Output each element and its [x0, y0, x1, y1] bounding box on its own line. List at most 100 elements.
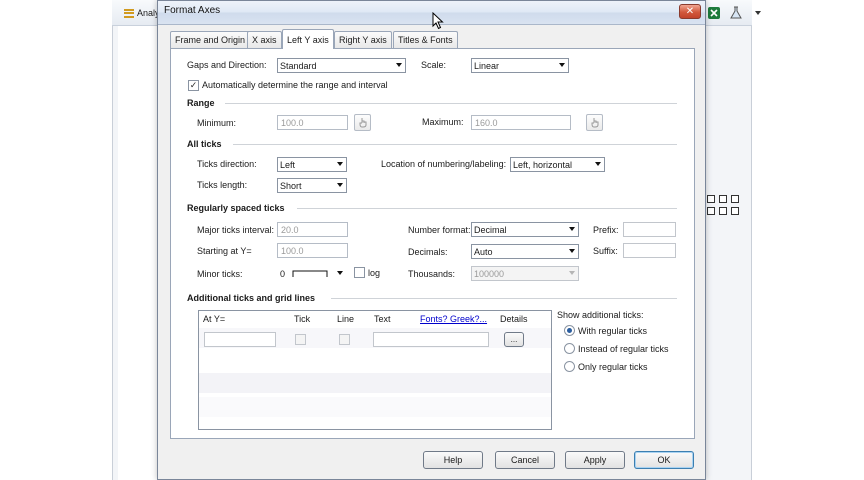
chevron-down-icon — [337, 271, 343, 275]
gaps-direction-label: Gaps and Direction: — [187, 60, 267, 70]
minimum-label: Minimum: — [197, 118, 237, 128]
tab-x-axis[interactable]: X axis — [247, 31, 282, 48]
close-icon: ✕ — [685, 6, 695, 17]
dropdown-arrow-icon[interactable] — [750, 5, 766, 21]
maximum-pick-button[interactable] — [586, 114, 603, 131]
background-checkbox — [707, 207, 715, 215]
dialog-title: Format Axes — [164, 5, 221, 16]
line-checkbox[interactable] — [339, 334, 350, 345]
thousands-select[interactable]: 100000 — [471, 266, 579, 281]
major-interval-label: Major ticks interval: — [197, 225, 275, 235]
ticks-direction-value: Left — [280, 159, 296, 170]
prefix-input[interactable] — [623, 222, 676, 237]
tick-preview-icon — [292, 270, 328, 277]
column-header-line: Line — [337, 314, 355, 324]
menu-lines-icon — [124, 8, 134, 18]
decimals-label: Decimals: — [408, 247, 448, 257]
starting-at-input[interactable]: 100.0 — [277, 243, 348, 258]
minor-ticks-label: Minor ticks: — [197, 269, 243, 279]
location-label: Location of numbering/labeling: — [381, 159, 507, 169]
apply-button[interactable]: Apply — [565, 451, 625, 469]
details-button[interactable]: ... — [504, 332, 524, 347]
ticks-length-select[interactable]: Short — [277, 178, 347, 193]
hand-pointer-icon — [359, 118, 366, 128]
maximum-input[interactable]: 160.0 — [471, 115, 571, 130]
chevron-down-icon — [569, 227, 575, 231]
ticks-direction-label: Ticks direction: — [197, 159, 257, 169]
range-divider — [225, 103, 677, 104]
additional-ticks-table: At Y= Tick Line Text Fonts? Greek?... De… — [198, 310, 552, 430]
show-additional-label: Show additional ticks: — [557, 310, 644, 320]
gaps-direction-select[interactable]: Standard — [277, 58, 406, 73]
log-checkbox[interactable] — [354, 267, 365, 278]
regular-ticks-divider — [297, 208, 677, 209]
text-input[interactable] — [373, 332, 489, 347]
scale-value: Linear — [474, 60, 500, 71]
fonts-greek-link[interactable]: Fonts? Greek?... — [420, 314, 487, 324]
tab-frame-and-origin[interactable]: Frame and Origin — [170, 31, 251, 48]
table-row — [199, 397, 551, 417]
thousands-label: Thousands: — [408, 269, 456, 279]
minor-ticks-select[interactable]: 0 — [277, 266, 347, 281]
column-header-details: Details — [500, 314, 528, 324]
decimals-select[interactable]: Auto — [471, 244, 579, 259]
maximum-label: Maximum: — [422, 117, 464, 127]
suffix-input[interactable] — [623, 243, 676, 258]
range-heading: Range — [187, 98, 215, 108]
prefix-label: Prefix: — [593, 225, 619, 235]
background-checkbox — [719, 207, 727, 215]
tab-left-y-axis[interactable]: Left Y axis — [282, 29, 334, 49]
major-interval-input[interactable]: 20.0 — [277, 222, 348, 237]
flask-icon[interactable] — [728, 5, 744, 21]
scale-select[interactable]: Linear — [471, 58, 569, 73]
suffix-label: Suffix: — [593, 246, 618, 256]
at-y-input[interactable] — [204, 332, 276, 347]
column-header-text: Text — [374, 314, 391, 324]
gaps-direction-value: Standard — [280, 60, 317, 71]
format-axes-dialog: Format Axes ✕ Frame and Origin X axis Le… — [157, 0, 706, 480]
tab-titles-and-fonts[interactable]: Titles & Fonts — [393, 31, 458, 48]
background-panel — [118, 26, 160, 480]
tab-right-y-axis[interactable]: Right Y axis — [334, 31, 392, 48]
background-toolbar-icons — [706, 4, 766, 22]
background-checkbox — [731, 207, 739, 215]
chevron-down-icon — [337, 162, 343, 166]
chevron-down-icon — [595, 162, 601, 166]
ticks-direction-select[interactable]: Left — [277, 157, 347, 172]
help-button[interactable]: Help — [423, 451, 483, 469]
column-header-at-y: At Y= — [203, 314, 226, 324]
location-value: Left, horizontal — [513, 159, 573, 170]
radio-instead-of-regular-ticks[interactable] — [564, 343, 575, 354]
ok-button[interactable]: OK — [634, 451, 694, 469]
number-format-select[interactable]: Decimal — [471, 222, 579, 237]
with-regular-ticks-label: With regular ticks — [578, 326, 648, 336]
chevron-down-icon — [569, 249, 575, 253]
auto-range-label: Automatically determine the range and in… — [202, 80, 388, 90]
tick-checkbox[interactable] — [295, 334, 306, 345]
chevron-down-icon — [396, 63, 402, 67]
background-checkbox — [719, 195, 727, 203]
excel-icon[interactable] — [706, 5, 722, 21]
radio-with-regular-ticks[interactable] — [564, 325, 575, 336]
close-button[interactable]: ✕ — [679, 4, 701, 19]
additional-ticks-heading: Additional ticks and grid lines — [187, 293, 316, 303]
location-select[interactable]: Left, horizontal — [510, 157, 605, 172]
thousands-value: 100000 — [474, 268, 505, 279]
chevron-down-icon — [559, 63, 565, 67]
log-label: log — [368, 268, 381, 278]
table-row — [199, 373, 551, 393]
checkmark-icon: ✓ — [189, 80, 198, 90]
number-format-label: Number format: — [408, 225, 471, 235]
mouse-cursor-icon — [432, 11, 444, 32]
radio-only-regular-ticks[interactable] — [564, 361, 575, 372]
starting-at-label: Starting at Y= — [197, 246, 252, 256]
only-regular-ticks-label: Only regular ticks — [578, 362, 648, 372]
cancel-button[interactable]: Cancel — [495, 451, 555, 469]
minimum-pick-button[interactable] — [354, 114, 371, 131]
all-ticks-heading: All ticks — [187, 139, 222, 149]
ticks-length-value: Short — [280, 180, 302, 191]
minimum-input[interactable]: 100.0 — [277, 115, 348, 130]
background-checkbox-grid — [707, 195, 740, 215]
auto-range-checkbox[interactable]: ✓ — [188, 80, 199, 91]
background-analysis-menu[interactable]: Analy — [124, 5, 160, 21]
